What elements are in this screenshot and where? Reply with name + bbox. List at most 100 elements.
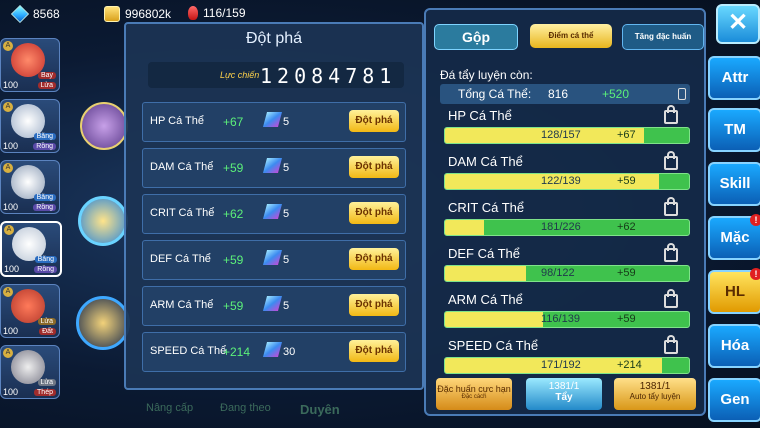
break-row: DEF Cá Thể +59 5 Đột phá xyxy=(142,240,406,280)
lock-icon[interactable] xyxy=(664,105,678,124)
break-button[interactable]: Đột phá xyxy=(349,294,399,316)
gem-value: 8568 xyxy=(33,7,60,21)
stat-bonus: +59 xyxy=(617,267,636,279)
stat-bonus: +59 xyxy=(223,253,244,267)
side-skill-button[interactable]: Skill xyxy=(708,162,760,206)
stat-value: 181/226 xyxy=(541,221,581,233)
stat-value: 122/139 xyxy=(541,175,581,187)
lock-icon[interactable] xyxy=(664,197,678,216)
stat-bonus: +62 xyxy=(223,207,244,221)
tab-destiny[interactable]: Duyên xyxy=(300,402,340,417)
element-badge: Băng xyxy=(34,256,57,263)
side-tm-button[interactable]: TM xyxy=(708,108,760,152)
reset-count: 1381/1 xyxy=(548,381,580,392)
remaining-label: Đá tẩy luyện còn: xyxy=(440,68,533,82)
lock-icon[interactable] xyxy=(664,151,678,170)
element-badge: Rồng xyxy=(34,266,57,273)
alert-badge-icon: ! xyxy=(750,268,760,280)
break-stone-icon xyxy=(262,250,283,265)
team-slot[interactable]: A Bay Lửa 100 xyxy=(0,38,60,92)
stat-bar-fill xyxy=(445,220,485,235)
power-value: 12084781 xyxy=(260,64,397,88)
rank-icon: A xyxy=(3,102,13,112)
tab-special-training[interactable]: Tăng đặc huấn xyxy=(622,24,704,50)
stat-bar: 181/226 +62 xyxy=(444,219,690,236)
tab-upgrade[interactable]: Nâng cấp xyxy=(146,402,193,414)
element-badge: Băng xyxy=(33,194,56,201)
stat-row: DEF Cá Thể 98/122 +59 xyxy=(440,243,690,290)
level-label: 100 xyxy=(3,326,19,336)
team-slot[interactable]: A Lửa Đất 100 xyxy=(0,284,60,338)
total-label: Tổng Cá Thể: xyxy=(458,87,532,101)
break-stone-icon xyxy=(262,296,283,311)
level-label: 100 xyxy=(3,387,19,397)
alert-badge-icon: ! xyxy=(750,214,760,226)
stat-name: CRIT Cá Thể xyxy=(150,207,215,219)
side-attr-button[interactable]: Attr xyxy=(708,56,760,100)
close-button[interactable]: ✕ xyxy=(716,4,760,44)
stat-bonus: +59 xyxy=(617,175,636,187)
stat-name: HP Cá Thể xyxy=(448,108,512,123)
evolution-wheel-icon[interactable] xyxy=(76,296,130,350)
lock-icon[interactable] xyxy=(664,243,678,262)
extreme-training-button[interactable]: Đặc huấn cực hạn Đặc cách xyxy=(436,378,512,410)
lock-icon[interactable] xyxy=(664,335,678,354)
element-badge: Lửa xyxy=(37,379,56,386)
stat-row: HP Cá Thể 128/157 +67 xyxy=(440,105,690,152)
reset-button[interactable]: 1381/1 Tẩy xyxy=(526,378,602,410)
stone-count: 30 xyxy=(283,346,296,358)
level-label: 100 xyxy=(3,202,19,212)
stamina-value: 116/159 xyxy=(203,6,246,20)
button-sublabel: Đặc cách xyxy=(461,394,487,400)
stat-name: SPEED Cá Thể xyxy=(448,338,539,353)
element-badge: Rồng xyxy=(33,204,56,211)
stat-bonus: +59 xyxy=(223,161,244,175)
level-label: 100 xyxy=(3,141,19,151)
stat-row: SPEED Cá Thể 171/192 +214 xyxy=(440,335,690,382)
side-evolve-button[interactable]: Hóa xyxy=(708,324,760,368)
team-slot[interactable]: A Lửa Thép 100 xyxy=(0,345,60,399)
panel-title: Đột phá xyxy=(245,30,303,47)
stat-bar: 128/157 +67 xyxy=(444,127,690,144)
break-button[interactable]: Đột phá xyxy=(349,202,399,224)
stat-name: CRIT Cá Thể xyxy=(448,200,525,215)
stat-name: DEF Cá Thể xyxy=(150,253,211,265)
stone-count: 5 xyxy=(283,254,290,266)
stat-value: 98/122 xyxy=(541,267,575,279)
element-badge: Đất xyxy=(39,328,56,335)
team-slot[interactable]: A Băng Rồng 100 xyxy=(0,99,60,153)
break-stone-icon xyxy=(262,204,283,219)
break-button[interactable]: Đột phá xyxy=(349,156,399,178)
stat-bonus: +59 xyxy=(617,313,636,325)
stat-bar-fill xyxy=(445,266,526,281)
stat-bar: 98/122 +59 xyxy=(444,265,690,282)
break-button[interactable]: Đột phá xyxy=(349,340,399,362)
element-badge: Bay xyxy=(37,72,56,79)
power-label: Lực chiến xyxy=(220,70,260,80)
lock-medal-icon[interactable] xyxy=(78,196,128,246)
break-row: CRIT Cá Thể +62 5 Đột phá xyxy=(142,194,406,234)
rank-icon: A xyxy=(3,287,13,297)
team-slot[interactable]: A Băng Rồng 100 xyxy=(0,160,60,214)
tab-following[interactable]: Đang theo xyxy=(220,402,271,414)
level-label: 100 xyxy=(3,80,19,90)
break-row: ARM Cá Thể +59 5 Đột phá xyxy=(142,286,406,326)
stat-bonus: +67 xyxy=(617,129,636,141)
side-gen-button[interactable]: Gen xyxy=(708,378,760,422)
stat-bonus: +214 xyxy=(223,345,251,359)
stat-bar: 171/192 +214 xyxy=(444,357,690,374)
tab-individual-points[interactable]: Điểm cá thể xyxy=(530,24,612,48)
auto-reset-button[interactable]: 1381/1 Auto tẩy luyện xyxy=(614,378,696,410)
team-slot-selected[interactable]: A Băng Rồng 100 xyxy=(0,221,62,277)
stat-row: CRIT Cá Thể 181/226 +62 xyxy=(440,197,690,244)
tab-merge[interactable]: Gộp xyxy=(434,24,518,50)
stat-bar-fill xyxy=(445,312,543,327)
stone-count: 5 xyxy=(283,300,290,312)
break-button[interactable]: Đột phá xyxy=(349,110,399,132)
side-costume-button[interactable]: Mặc! xyxy=(708,214,760,260)
side-hl-button[interactable]: HL! xyxy=(708,268,760,314)
lock-icon[interactable] xyxy=(664,289,678,308)
break-button[interactable]: Đột phá xyxy=(349,248,399,270)
element-badge: Rồng xyxy=(33,143,56,150)
stat-name: DEF Cá Thể xyxy=(448,246,521,261)
